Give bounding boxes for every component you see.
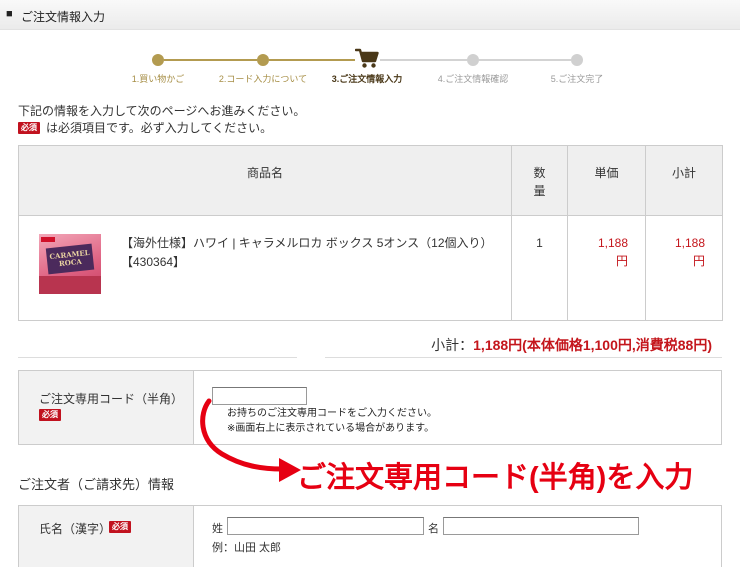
- header-product-name-label: 商品名: [246, 166, 283, 180]
- customer-name-label: 氏名（漢字）: [39, 522, 112, 536]
- product-image: CARAMEL ROCA: [39, 234, 101, 294]
- required-note-text: は必須項目です。必ず入力してください。: [46, 121, 273, 135]
- summary-value: 1,188円(本体価格1,100円,消費税88円): [473, 337, 712, 353]
- progress-line-1-2: [164, 59, 257, 61]
- divider-left: [18, 357, 297, 358]
- customer-name-required: 必須: [109, 518, 131, 533]
- annotation-text: ご注文専用コード(半角)を入力: [297, 462, 694, 494]
- unit-price-unit: 円: [615, 254, 628, 268]
- intro-instruction: 下記の情報を入力して次のページへお進みください。: [18, 104, 306, 118]
- header-subtotal-label: 小計: [671, 166, 696, 180]
- first-name-input[interactable]: [443, 517, 639, 535]
- product-code: 【430364】: [121, 255, 186, 269]
- cart-header-row: 商品名 数量 単価 小計: [18, 145, 723, 216]
- order-summary: 小計：1,188円(本体価格1,100円,消費税88円): [431, 336, 712, 354]
- page-title: ご注文情報入力: [21, 10, 106, 24]
- step-5-label: 5.ご注文完了: [550, 74, 604, 84]
- product-info: CARAMEL ROCA 【海外仕様】ハワイ | キャラメルロカ ボックス 5オ…: [39, 234, 511, 294]
- step-1-label: 1.買い物かご: [131, 74, 185, 84]
- checkout-page: ■ ご注文情報入力 1.買い物かご 2.コード入力について 3.ご注文情報入力 …: [0, 0, 740, 567]
- header-unit-price-label: 単価: [594, 166, 619, 180]
- step-2-dot: [257, 54, 269, 66]
- required-badge: 必須: [109, 521, 131, 533]
- cart-icon: [355, 48, 379, 68]
- required-badge: 必須: [39, 409, 61, 421]
- product-cell: CARAMEL ROCA 【海外仕様】ハワイ | キャラメルロカ ボックス 5オ…: [18, 215, 512, 321]
- quantity-cell: 1: [511, 215, 568, 321]
- customer-name-label-cell: 氏名（漢字） 必須: [19, 506, 194, 567]
- order-code-help-1: お持ちのご注文専用コードをご入力ください。: [227, 408, 437, 419]
- order-code-input[interactable]: [212, 387, 307, 405]
- last-name-input[interactable]: [227, 517, 424, 535]
- subtotal-cell: 1,188 円: [645, 215, 723, 321]
- header-subtotal: 小計: [645, 145, 723, 216]
- step-5-dot: [571, 54, 583, 66]
- step-1-dot: [152, 54, 164, 66]
- subtotal-unit: 円: [692, 254, 705, 268]
- step-3-label: 3.ご注文情報入力: [331, 74, 403, 84]
- step-4-dot: [467, 54, 479, 66]
- last-name-label: 姓: [212, 523, 223, 535]
- header-product-name: 商品名: [18, 145, 512, 216]
- product-image-tag: [41, 237, 55, 242]
- unit-price-value: 1,188: [597, 236, 628, 250]
- progress-line-3-4: [380, 59, 467, 61]
- header-bullet: ■: [6, 8, 13, 20]
- section-header: ■ ご注文情報入力: [0, 0, 740, 30]
- unit-price-cell: 1,188 円: [567, 215, 646, 321]
- divider-right: [325, 357, 722, 358]
- progress-line-2-3: [269, 59, 355, 61]
- header-unit-price: 単価: [567, 145, 646, 216]
- order-code-help-2: ※画面右上に表示されている場合があります。: [227, 423, 435, 434]
- customer-name-row: 氏名（漢字） 必須 姓 名 例：山田 太郎: [18, 505, 722, 567]
- summary-label: 小計：: [431, 337, 474, 353]
- step-4-label: 4.ご注文情報確認: [437, 74, 509, 84]
- required-badge: 必須: [18, 121, 40, 134]
- subtotal-value: 1,188: [674, 236, 705, 250]
- table-row: CARAMEL ROCA 【海外仕様】ハワイ | キャラメルロカ ボックス 5オ…: [18, 215, 723, 321]
- product-image-logo: CARAMEL ROCA: [45, 243, 95, 275]
- product-name: 【海外仕様】ハワイ | キャラメルロカ ボックス 5オンス（12個入り）: [121, 236, 493, 250]
- header-quantity-label: 数量: [533, 166, 546, 198]
- order-code-row: ご注文専用コード（半角） 必須 お持ちのご注文専用コードをご入力ください。 ※画…: [18, 370, 722, 445]
- progress-line-4-5: [479, 59, 571, 61]
- product-text: 【海外仕様】ハワイ | キャラメルロカ ボックス 5オンス（12個入り） 【43…: [121, 234, 493, 272]
- order-code-label: ご注文専用コード（半角）: [39, 392, 184, 406]
- cart-table: 商品名 数量 単価 小計 CARAMEL ROCA 【海外仕様】ハワイ | キャ…: [18, 145, 723, 321]
- required-note: 必須 は必須項目です。必ず入力してください。: [18, 119, 272, 136]
- customer-section-heading: ご注文者（ご請求先）情報: [18, 477, 175, 492]
- quantity-value: 1: [536, 236, 543, 250]
- product-image-base: [39, 276, 101, 294]
- order-code-label-cell: ご注文専用コード（半角） 必須: [19, 371, 194, 444]
- product-image-logo-text: CARAMEL ROCA: [49, 247, 91, 269]
- step-2-label: 2.コード入力について: [218, 74, 308, 84]
- first-name-label: 名: [428, 523, 439, 535]
- order-code-required: 必須: [39, 406, 61, 421]
- header-quantity: 数量: [511, 145, 568, 216]
- name-example: 例：山田 太郎: [212, 542, 282, 554]
